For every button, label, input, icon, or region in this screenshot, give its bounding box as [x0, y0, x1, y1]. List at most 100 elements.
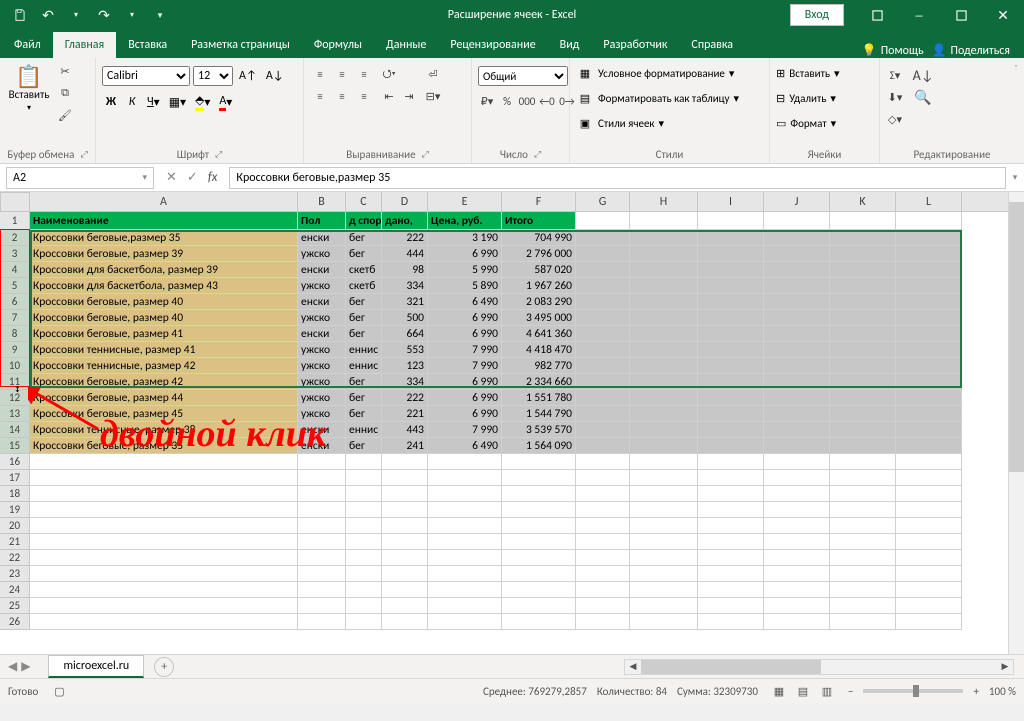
align-launcher-icon[interactable]: ⤢ [422, 149, 429, 160]
cell[interactable]: ужско [298, 390, 346, 406]
align-center-icon[interactable]: ≡ [332, 86, 352, 106]
undo-dropdown-icon[interactable]: ▾ [64, 3, 88, 27]
horizontal-scrollbar[interactable]: ◀ ▶ [624, 659, 1014, 675]
cell[interactable] [382, 550, 428, 566]
font-color-button[interactable]: A▾ [216, 92, 235, 112]
cell[interactable] [896, 614, 962, 630]
cell[interactable] [630, 310, 698, 326]
cell[interactable] [428, 566, 502, 582]
cell[interactable] [764, 374, 830, 390]
cell[interactable] [764, 486, 830, 502]
cell[interactable]: 443 [382, 422, 428, 438]
cell[interactable]: 553 [382, 342, 428, 358]
name-box[interactable]: A2▾ [6, 167, 154, 189]
cell[interactable] [428, 582, 502, 598]
cell[interactable] [30, 502, 298, 518]
cell[interactable] [698, 422, 764, 438]
cell[interactable] [630, 262, 698, 278]
cell[interactable] [698, 438, 764, 454]
cell[interactable] [298, 454, 346, 470]
hscroll-left-icon[interactable]: ◀ [625, 660, 641, 674]
cell-header[interactable]: Пол [298, 212, 346, 230]
cell[interactable] [502, 598, 576, 614]
cell-header[interactable]: Наименование [30, 212, 298, 230]
cell[interactable] [698, 390, 764, 406]
sheet-tab-active[interactable]: microexcel.ru [48, 655, 144, 678]
cell[interactable] [896, 470, 962, 486]
font-launcher-icon[interactable]: ⤢ [215, 149, 222, 160]
cell[interactable]: 982 770 [502, 358, 576, 374]
cell[interactable]: Кроссовки беговые, размер 39 [30, 246, 298, 262]
underline-button[interactable]: Ч▾ [144, 92, 163, 112]
merge-center-icon[interactable]: ⊟▾ [424, 87, 442, 105]
column-header-K[interactable]: K [830, 192, 896, 211]
cell[interactable]: 6 990 [428, 326, 502, 342]
cell[interactable] [830, 230, 896, 246]
number-format-select[interactable]: Общий [478, 66, 568, 86]
cell[interactable]: 4 641 360 [502, 326, 576, 342]
macro-record-icon[interactable]: ▢ [54, 685, 64, 698]
cell[interactable] [698, 598, 764, 614]
cell[interactable]: скетб [346, 278, 382, 294]
cell[interactable] [346, 582, 382, 598]
cell[interactable] [896, 246, 962, 262]
cell[interactable] [630, 566, 698, 582]
cell[interactable] [764, 598, 830, 614]
column-header-B[interactable]: B [298, 192, 346, 211]
row-header-3[interactable]: 3 [0, 246, 29, 262]
cell[interactable] [346, 614, 382, 630]
column-header-J[interactable]: J [764, 192, 830, 211]
cell[interactable] [830, 454, 896, 470]
cell[interactable] [576, 326, 630, 342]
align-bottom-icon[interactable]: ≡ [354, 64, 374, 84]
tab-insert[interactable]: Вставка [116, 32, 179, 58]
cell[interactable] [698, 262, 764, 278]
cell[interactable] [576, 566, 630, 582]
row-header-9[interactable]: 9 [0, 342, 29, 358]
cell[interactable]: бег [346, 390, 382, 406]
cell[interactable]: 6 490 [428, 294, 502, 310]
cell[interactable] [830, 326, 896, 342]
clear-icon[interactable]: ◇▾ [886, 110, 904, 128]
row-header-1[interactable]: 1 [0, 212, 29, 230]
tab-home[interactable]: Главная [53, 32, 116, 58]
cell[interactable] [896, 326, 962, 342]
new-sheet-button[interactable]: + [154, 657, 174, 677]
cell[interactable] [630, 614, 698, 630]
column-header-L[interactable]: L [896, 192, 962, 211]
cell[interactable] [30, 598, 298, 614]
cell[interactable] [764, 246, 830, 262]
cell[interactable]: 6 990 [428, 310, 502, 326]
cell[interactable] [382, 454, 428, 470]
row-header-19[interactable]: 19 [0, 502, 29, 518]
cell[interactable] [896, 550, 962, 566]
cell[interactable] [576, 614, 630, 630]
cell[interactable] [576, 294, 630, 310]
cell[interactable]: скетб [346, 262, 382, 278]
cell[interactable] [698, 294, 764, 310]
cell[interactable] [896, 406, 962, 422]
maximize-button[interactable] [940, 0, 982, 30]
row-header-7[interactable]: 7 [0, 310, 29, 326]
increase-font-icon[interactable]: A↑ [236, 66, 260, 86]
qat-customize-icon[interactable]: ▾ [148, 3, 172, 27]
cell[interactable] [698, 326, 764, 342]
cell[interactable]: 664 [382, 326, 428, 342]
cell[interactable] [764, 614, 830, 630]
cell[interactable] [896, 262, 962, 278]
cell[interactable] [298, 486, 346, 502]
cell[interactable]: 1 564 090 [502, 438, 576, 454]
cell[interactable] [764, 422, 830, 438]
row-header-13[interactable]: 13 [0, 406, 29, 422]
cell[interactable] [576, 518, 630, 534]
cell[interactable] [346, 550, 382, 566]
cell[interactable]: Кроссовки беговые, размер 45 [30, 406, 298, 422]
cell[interactable] [698, 374, 764, 390]
border-button[interactable]: ▦▾ [166, 92, 189, 112]
format-painter-icon[interactable]: 🖌 [56, 106, 74, 124]
column-header-H[interactable]: H [630, 192, 698, 211]
cell[interactable] [764, 582, 830, 598]
share-button[interactable]: 👤Поделиться [932, 43, 1010, 58]
row-header-12[interactable]: 12 [0, 390, 29, 406]
cell[interactable] [30, 486, 298, 502]
